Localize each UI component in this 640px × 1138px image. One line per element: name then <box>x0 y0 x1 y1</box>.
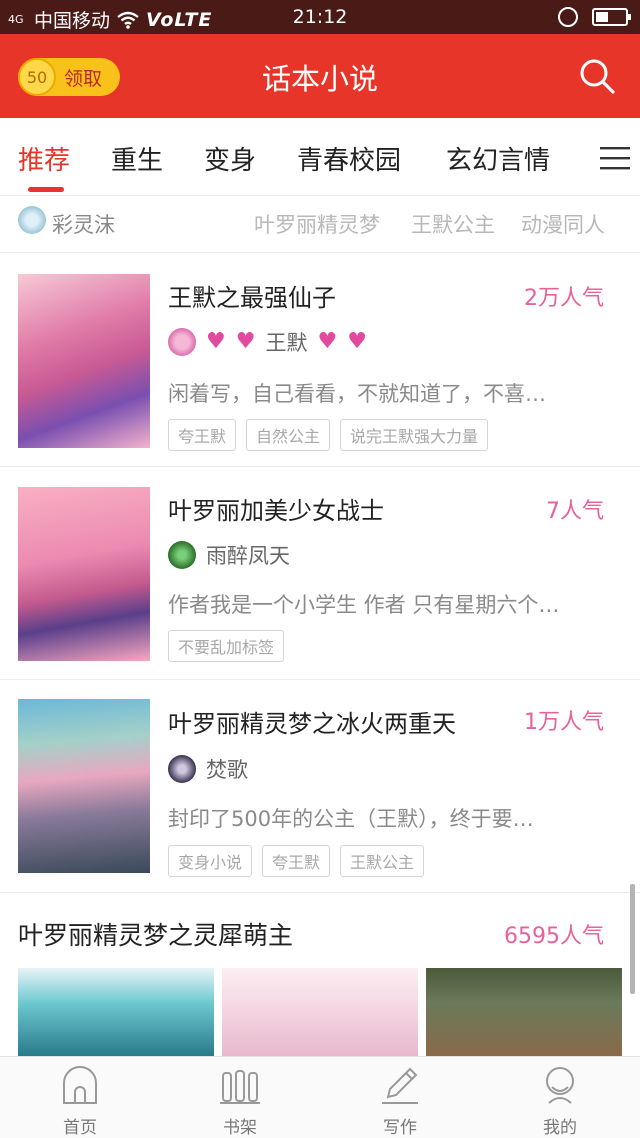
hot-tag[interactable]: 动漫同人 <box>521 209 605 239</box>
book-tags: 变身小说 夸王默 王默公主 <box>168 845 425 877</box>
nav-home[interactable]: 首页 <box>0 1057 160 1138</box>
tab-recommend[interactable]: 推荐 <box>18 140 70 177</box>
clock: 21:12 <box>292 6 348 28</box>
author-row: 焚歌 <box>168 754 248 784</box>
bottom-navigation: 首页 书架 写作 我的 <box>0 1056 640 1138</box>
author-avatar[interactable] <box>168 755 196 783</box>
search-icon[interactable] <box>577 56 617 96</box>
author-name[interactable]: 雨醉凤天 <box>206 540 290 570</box>
nav-write[interactable]: 写作 <box>320 1057 480 1138</box>
author-name[interactable]: 焚歌 <box>206 754 248 784</box>
book-tags: 夸王默 自然公主 说完王默强大力量 <box>168 419 489 451</box>
section-title[interactable]: 叶罗丽精灵梦之灵犀萌主 <box>18 916 293 952</box>
gift-heart-icon: ♥ <box>206 329 226 354</box>
author-row: ♥ ♥ 王默 ♥ ♥ <box>168 327 367 357</box>
book-tag[interactable]: 夸王默 <box>168 419 237 451</box>
book-title[interactable]: 王默之最强仙子 <box>168 278 336 313</box>
battery-icon <box>592 8 631 26</box>
gift-heart-icon: ♥ <box>347 329 367 354</box>
book-tag[interactable]: 变身小说 <box>168 845 253 877</box>
tab-rebirth[interactable]: 重生 <box>111 140 163 177</box>
author-avatar[interactable] <box>168 328 196 356</box>
book-tag[interactable]: 夸王默 <box>262 845 331 877</box>
active-tab-indicator <box>28 187 64 192</box>
profile-icon <box>546 1067 574 1104</box>
section-image[interactable] <box>426 968 622 1056</box>
book-description: 作者我是一个小学生 作者 只有星期六个… <box>168 593 560 617</box>
book-title[interactable]: 叶罗丽精灵梦之冰火两重天 <box>168 704 456 739</box>
nav-label: 写作 <box>383 1118 417 1138</box>
status-bar: 4G 中国移动 VoLTE 21:12 <box>0 0 640 34</box>
alarm-icon <box>558 7 578 27</box>
page-title: 话本小说 <box>261 62 378 96</box>
popularity-count: 2万人气 <box>524 286 604 311</box>
popularity-count: 7人气 <box>546 499 604 524</box>
sparkle-heart-icon: ♥ <box>235 329 256 354</box>
nav-bookshelf[interactable]: 书架 <box>160 1057 320 1138</box>
hot-tag[interactable]: 叶罗丽精灵梦 <box>254 209 380 239</box>
app-header: 50 领取 话本小说 <box>0 34 640 118</box>
book-cover[interactable] <box>18 274 150 448</box>
scrollbar[interactable] <box>630 884 635 994</box>
book-tag[interactable]: 不要乱加标签 <box>168 630 285 662</box>
category-tabs: 推荐 重生 变身 青春校园 玄幻言情 <box>0 118 640 196</box>
author-avatar[interactable] <box>168 541 196 569</box>
book-tag[interactable]: 王默公主 <box>340 845 425 877</box>
sparkle-heart-icon: ♥ <box>317 329 338 354</box>
nav-label: 首页 <box>63 1118 97 1138</box>
menu-icon[interactable] <box>600 146 630 170</box>
tab-transform[interactable]: 变身 <box>204 140 256 177</box>
avatar[interactable] <box>18 206 46 234</box>
section-image[interactable] <box>18 968 214 1056</box>
pencil-icon <box>382 1067 418 1104</box>
book-item[interactable]: 叶罗丽加美少女战士 7人气 雨醉凤天 作者我是一个小学生 作者 只有星期六个… … <box>0 467 640 680</box>
book-description: 封印了500年的公主（王默），终于要… <box>168 807 534 831</box>
book-item[interactable]: 叶罗丽精灵梦之冰火两重天 1万人气 焚歌 封印了500年的公主（王默），终于要…… <box>0 680 640 893</box>
book-item[interactable]: 王默之最强仙子 2万人气 ♥ ♥ 王默 ♥ ♥ 闲着写，自己看看，不就知道了，不… <box>0 254 640 467</box>
book-tags: 不要乱加标签 <box>168 630 285 662</box>
nav-profile[interactable]: 我的 <box>480 1057 640 1138</box>
section-image[interactable] <box>222 968 418 1056</box>
nav-label: 我的 <box>543 1118 577 1138</box>
author-row: 雨醉凤天 <box>168 540 290 570</box>
popularity-count: 1万人气 <box>524 710 604 735</box>
book-tag[interactable]: 说完王默强大力量 <box>340 419 489 451</box>
hot-tag[interactable]: 王默公主 <box>411 209 495 239</box>
book-cover[interactable] <box>18 699 150 873</box>
home-icon <box>63 1066 97 1104</box>
tab-campus[interactable]: 青春校园 <box>297 140 401 177</box>
book-tag[interactable]: 自然公主 <box>246 419 331 451</box>
hot-tags-row: 彩灵沫 叶罗丽精灵梦 王默公主 动漫同人 <box>0 197 640 253</box>
bookshelf-icon <box>220 1070 260 1104</box>
book-description: 闲着写，自己看看，不就知道了，不喜… <box>168 382 546 406</box>
section-popularity: 6595人气 <box>504 924 604 949</box>
tab-fantasy-romance[interactable]: 玄幻言情 <box>446 140 550 177</box>
book-title[interactable]: 叶罗丽加美少女战士 <box>168 491 384 526</box>
author-name[interactable]: 王默 <box>265 327 307 357</box>
nav-label: 书架 <box>223 1118 257 1138</box>
hot-user-name[interactable]: 彩灵沫 <box>52 209 115 239</box>
book-cover[interactable] <box>18 487 150 661</box>
